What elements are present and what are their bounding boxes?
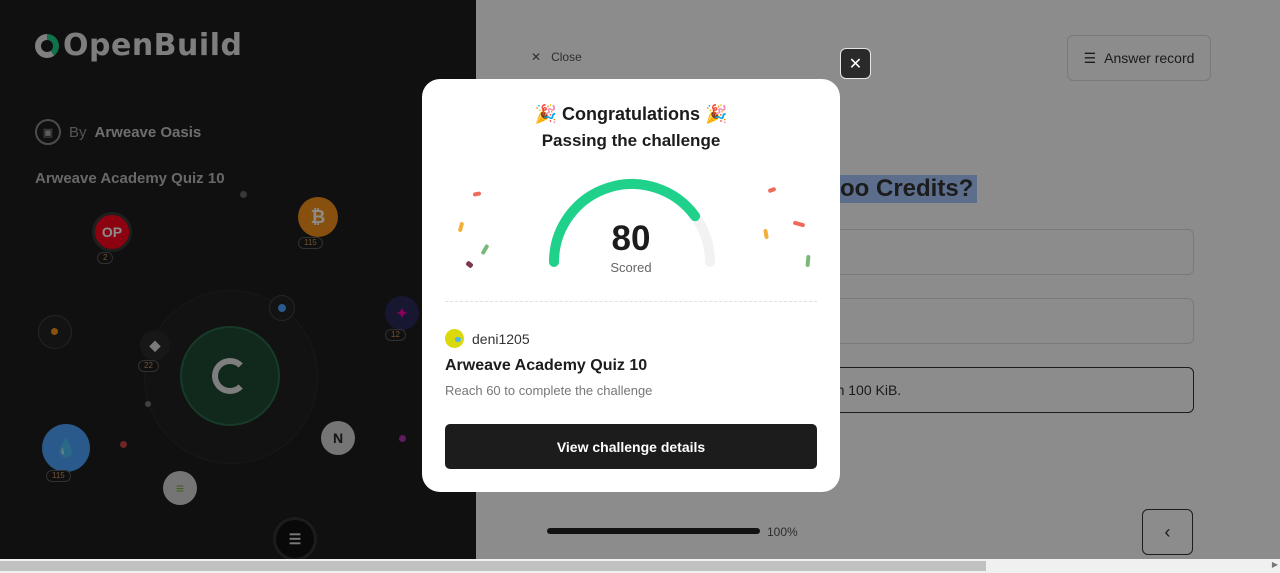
username: deni1205 <box>472 330 530 347</box>
party-popper-icon: 🎉 <box>534 104 557 124</box>
quiz-title: Arweave Academy Quiz 10 <box>445 357 648 374</box>
modal-close-button[interactable]: ✕ <box>840 48 871 79</box>
confetti-piece <box>767 186 777 194</box>
confetti-piece <box>472 191 482 197</box>
modal-divider <box>445 301 817 302</box>
result-modal: 🎉 Congratulations 🎉 Passing the challeng… <box>422 79 840 492</box>
user-info: deni1205 <box>445 329 530 348</box>
view-challenge-details-button[interactable]: View challenge details <box>445 424 817 469</box>
party-popper-icon: 🎉 <box>705 104 728 124</box>
modal-title: 🎉 Congratulations 🎉 <box>422 104 840 125</box>
congratulations-text: Congratulations <box>562 104 700 124</box>
score-label: Scored <box>610 260 652 275</box>
close-icon: ✕ <box>848 55 863 73</box>
horizontal-scrollbar[interactable]: ◀ ▶ <box>0 559 1280 573</box>
modal-subtitle: Passing the challenge <box>541 131 721 150</box>
scrollbar-thumb[interactable] <box>0 561 986 571</box>
quiz-requirement: Reach 60 to complete the challenge <box>445 383 653 398</box>
avatar <box>445 329 464 348</box>
scroll-right-icon[interactable]: ▶ <box>1272 560 1278 569</box>
